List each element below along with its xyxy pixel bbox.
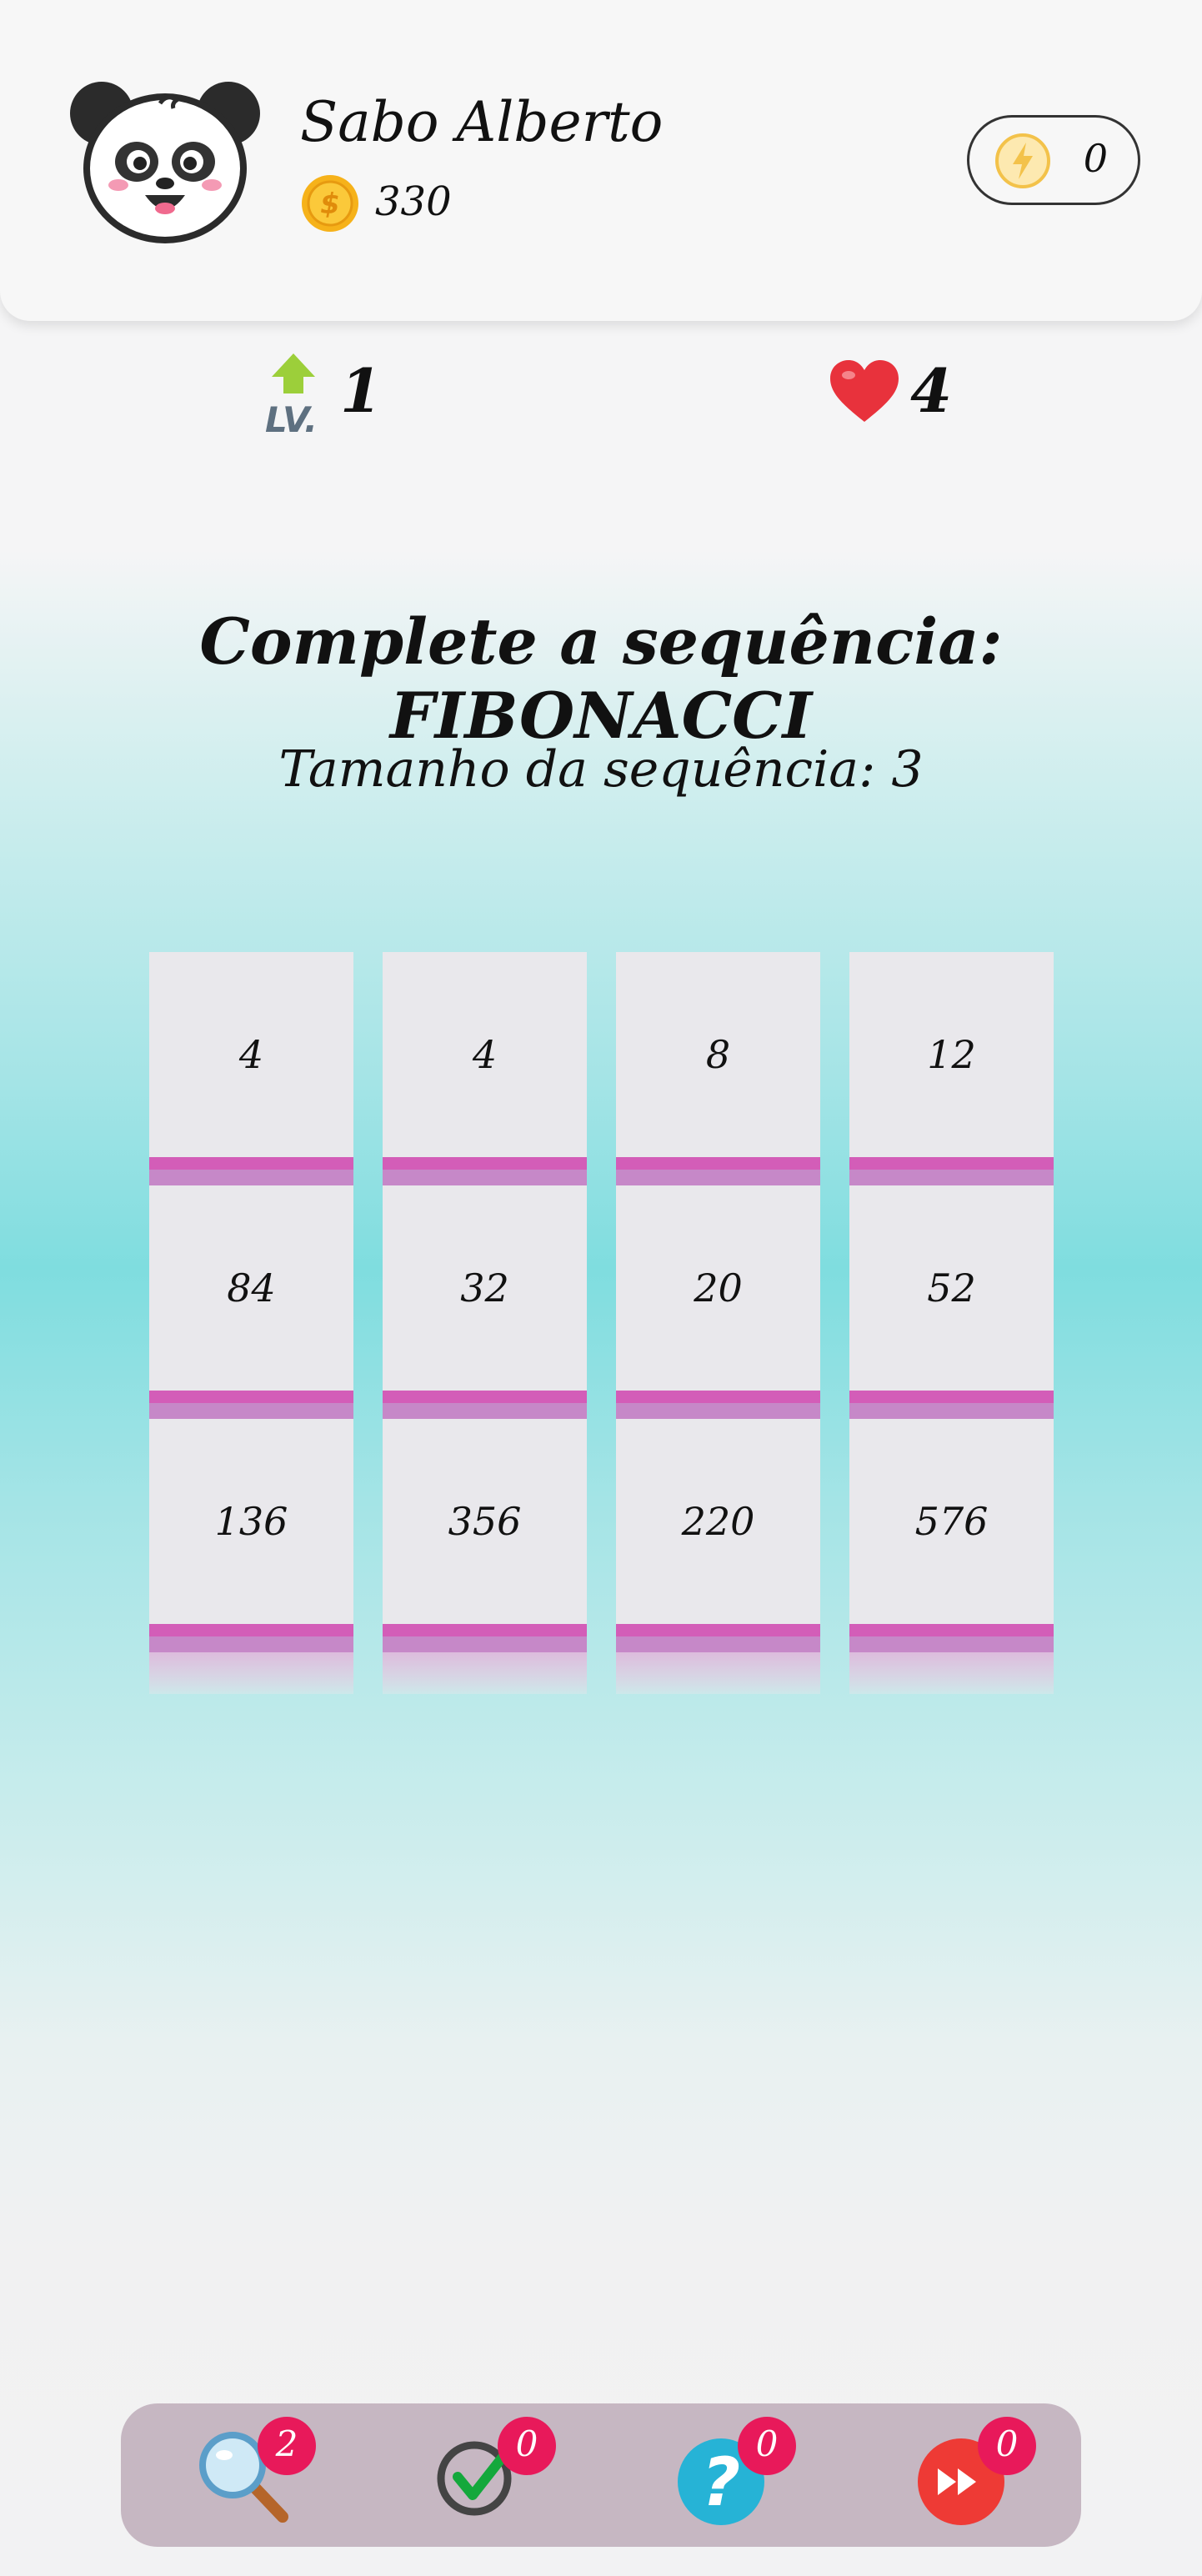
svg-text:LV.: LV.	[265, 399, 318, 435]
number-cell[interactable]: 220	[616, 1419, 820, 1652]
number-cell[interactable]: 8	[616, 952, 820, 1185]
powerup-toolbar: 2 0 ? 0 0	[121, 2403, 1081, 2547]
question-hint-button[interactable]: ? 0	[676, 2417, 796, 2528]
cell-bar	[616, 1624, 820, 1652]
hint-magnifier-button[interactable]: 2	[196, 2417, 316, 2528]
cell-value: 4	[383, 952, 587, 1157]
panda-avatar-icon[interactable]	[68, 78, 262, 245]
cell-value: 356	[383, 1419, 587, 1624]
number-cell[interactable]: 136	[149, 1419, 353, 1652]
cell-value: 220	[616, 1419, 820, 1624]
cell-bar	[149, 1624, 353, 1652]
energy-counter[interactable]: 0	[967, 115, 1140, 205]
cell-value: 136	[149, 1419, 353, 1624]
grid-column: 4 32 356	[383, 952, 587, 1694]
coin-icon: $	[302, 175, 358, 232]
svg-text:$: $	[320, 188, 340, 221]
column-fade	[149, 1652, 353, 1694]
powerup-count-badge: 0	[498, 2417, 556, 2475]
powerup-count-badge: 0	[738, 2417, 796, 2475]
number-cell[interactable]: 12	[849, 952, 1054, 1185]
skip-button[interactable]: 0	[916, 2417, 1036, 2528]
number-cell[interactable]: 4	[383, 952, 587, 1185]
puzzle-subtitle: Tamanho da sequência: 3	[278, 740, 924, 799]
number-cell[interactable]: 84	[149, 1185, 353, 1419]
level-up-icon: LV.	[265, 353, 318, 435]
number-cell[interactable]: 4	[149, 952, 353, 1185]
check-answer-button[interactable]: 0	[436, 2417, 556, 2528]
grid-column: 12 52 576	[849, 952, 1054, 1694]
cell-bar	[849, 1157, 1054, 1185]
powerup-count-badge: 0	[978, 2417, 1036, 2475]
cell-value: 576	[849, 1419, 1054, 1624]
heart-icon	[830, 360, 899, 422]
cell-value: 4	[149, 952, 353, 1157]
cell-bar	[383, 1157, 587, 1185]
cell-bar	[849, 1391, 1054, 1419]
coin-count: 330	[375, 178, 452, 225]
lightning-icon	[995, 133, 1050, 188]
number-cell[interactable]: 20	[616, 1185, 820, 1419]
player-header: Sabo Alberto $ 330 0	[0, 0, 1202, 321]
cell-value: 12	[849, 952, 1054, 1157]
grid-column: 8 20 220	[616, 952, 820, 1694]
column-fade	[849, 1652, 1054, 1694]
level-number: 1	[340, 355, 383, 426]
cell-bar	[383, 1624, 587, 1652]
number-cell[interactable]: 356	[383, 1419, 587, 1652]
cell-value: 84	[149, 1185, 353, 1391]
cell-value: 32	[383, 1185, 587, 1391]
puzzle-title: Complete a sequência: FIBONACCI	[199, 604, 1003, 753]
number-cell[interactable]: 32	[383, 1185, 587, 1419]
cell-value: 20	[616, 1185, 820, 1391]
cell-bar	[616, 1157, 820, 1185]
svg-text:?: ?	[702, 2443, 740, 2521]
cell-bar	[383, 1391, 587, 1419]
lives-count: 4	[910, 355, 953, 426]
number-cell[interactable]: 576	[849, 1419, 1054, 1652]
number-cell[interactable]: 52	[849, 1185, 1054, 1419]
cell-bar	[149, 1391, 353, 1419]
number-grid: 4 84 136 4 32 356 8 20 220 12 52 576	[149, 952, 1054, 1694]
player-name: Sabo Alberto	[300, 90, 664, 154]
cell-bar	[616, 1391, 820, 1419]
cell-bar	[849, 1624, 1054, 1652]
cell-value: 52	[849, 1185, 1054, 1391]
column-fade	[616, 1652, 820, 1694]
column-fade	[383, 1652, 587, 1694]
energy-count: 0	[1083, 136, 1108, 181]
powerup-count-badge: 2	[258, 2417, 316, 2475]
cell-value: 8	[616, 952, 820, 1157]
cell-bar	[149, 1157, 353, 1185]
grid-column: 4 84 136	[149, 952, 353, 1694]
